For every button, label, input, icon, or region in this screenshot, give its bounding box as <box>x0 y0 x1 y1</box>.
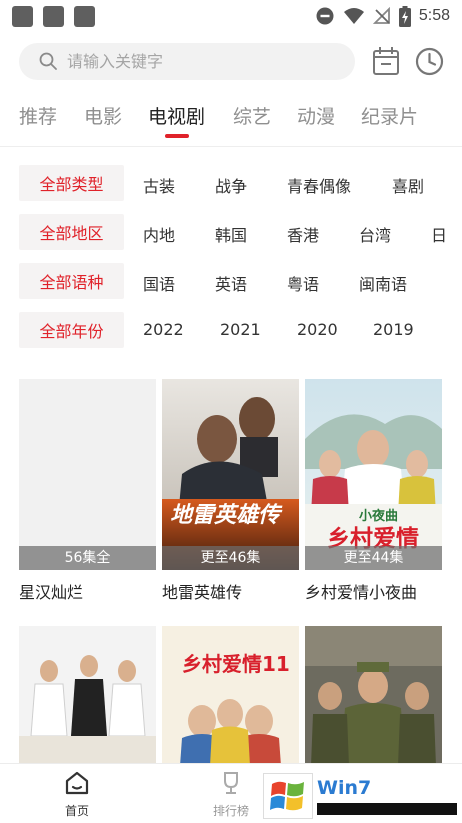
notification-icon <box>12 6 33 27</box>
tab-recommend[interactable]: 推荐 <box>19 102 57 129</box>
filter-option[interactable]: 日 <box>431 222 447 246</box>
poster-image[interactable]: 56集全 <box>19 379 156 570</box>
history-clock-icon[interactable] <box>415 47 444 76</box>
filter-option[interactable]: 青春偶像 <box>287 173 351 197</box>
filter-option[interactable]: 闽南语 <box>359 271 407 295</box>
episode-badge: 更至46集 <box>162 546 299 570</box>
show-title[interactable]: 乡村爱情小夜曲 <box>305 579 417 603</box>
poster-image[interactable]: 小夜曲 乡村爱情 更至44集 <box>305 379 442 570</box>
dnd-icon <box>316 7 334 25</box>
show-title[interactable]: 地雷英雄传 <box>162 579 242 603</box>
filter-option[interactable]: 国语 <box>143 271 175 295</box>
poster-title-art: 地雷英雄传 <box>170 503 281 528</box>
nav-home[interactable]: 首页 <box>47 770 107 819</box>
poster-artwork <box>162 379 299 570</box>
filter-option[interactable]: 战争 <box>215 173 247 197</box>
filter-all-year[interactable]: 全部年份 <box>19 312 124 348</box>
battery-charging-icon <box>398 5 411 27</box>
poster-artwork <box>162 626 299 766</box>
filter-option[interactable]: 英语 <box>215 271 247 295</box>
filter-option[interactable]: 粤语 <box>287 271 319 295</box>
search-bar[interactable] <box>19 43 355 80</box>
active-tab-indicator <box>165 134 189 138</box>
calendar-icon[interactable] <box>372 46 400 76</box>
filter-all-language[interactable]: 全部语种 <box>19 263 124 299</box>
watermark-url-bar <box>317 803 457 815</box>
show-card[interactable]: 56集全 星汉灿烂 <box>19 379 156 604</box>
show-title[interactable]: 星汉灿烂 <box>19 579 83 603</box>
poster-image[interactable]: 地雷英雄传 更至46集 <box>162 379 299 570</box>
tab-tv-series[interactable]: 电视剧 <box>148 102 205 129</box>
poster-image[interactable] <box>305 626 442 766</box>
tab-anime[interactable]: 动漫 <box>297 102 335 129</box>
filter-all-type[interactable]: 全部类型 <box>19 165 124 201</box>
filter-row-year: 全部年份 2022 2021 2020 2019 <box>0 312 462 348</box>
filter-option[interactable]: 香港 <box>287 222 319 246</box>
filter-row-type: 全部类型 古装 战争 青春偶像 喜剧 <box>0 165 462 201</box>
poster-image[interactable]: 乡村爱情11 <box>162 626 299 766</box>
filter-option[interactable]: 2021 <box>220 320 261 339</box>
filter-option[interactable]: 2022 <box>143 320 184 339</box>
divider <box>0 146 462 147</box>
filter-option[interactable]: 古装 <box>143 173 175 197</box>
status-bar: 5:58 <box>0 0 462 32</box>
nav-label: 首页 <box>64 804 89 818</box>
trophy-icon <box>224 772 238 794</box>
search-input[interactable] <box>67 43 347 80</box>
tab-variety[interactable]: 综艺 <box>233 102 271 129</box>
filter-option[interactable]: 2019 <box>373 320 414 339</box>
filter-row-region: 全部地区 内地 韩国 香港 台湾 日 <box>0 214 462 250</box>
episode-badge: 56集全 <box>19 546 156 570</box>
filter-all-region[interactable]: 全部地区 <box>19 214 124 250</box>
filter-option[interactable]: 2020 <box>297 320 338 339</box>
filter-row-language: 全部语种 国语 英语 粤语 闽南语 <box>0 263 462 299</box>
windows-logo-icon <box>263 773 313 819</box>
no-signal-icon <box>372 7 390 24</box>
search-icon <box>39 52 57 70</box>
tab-documentary[interactable]: 纪录片 <box>361 102 418 129</box>
watermark: Win7 <box>263 773 459 819</box>
show-card[interactable]: 小夜曲 乡村爱情 更至44集 乡村爱情小夜曲 <box>305 379 442 604</box>
show-card[interactable]: 地雷英雄传 更至46集 地雷英雄传 <box>162 379 299 604</box>
clock-text: 5:58 <box>418 7 450 24</box>
show-card[interactable] <box>305 626 442 766</box>
tab-movie[interactable]: 电影 <box>84 102 122 129</box>
poster-image[interactable] <box>19 626 156 766</box>
show-card[interactable]: 乡村爱情11 <box>162 626 299 766</box>
notification-icon <box>43 6 64 27</box>
filter-option[interactable]: 台湾 <box>359 222 391 246</box>
show-card[interactable] <box>19 626 156 766</box>
watermark-text: Win7 <box>317 777 372 799</box>
nav-label: 排行榜 <box>212 804 249 818</box>
filter-option[interactable]: 内地 <box>143 222 175 246</box>
poster-artwork <box>19 626 156 766</box>
filter-option[interactable]: 韩国 <box>215 222 247 246</box>
episode-badge: 更至44集 <box>305 546 442 570</box>
wifi-icon <box>343 8 364 24</box>
notification-icon <box>74 6 95 27</box>
category-tabs: 推荐 电影 电视剧 综艺 动漫 纪录片 <box>0 98 462 138</box>
poster-artwork <box>305 626 442 766</box>
home-icon <box>65 771 89 795</box>
nav-ranking[interactable]: 排行榜 <box>201 770 261 819</box>
poster-title-art: 乡村爱情11 <box>182 652 290 676</box>
filter-option[interactable]: 喜剧 <box>392 173 424 197</box>
